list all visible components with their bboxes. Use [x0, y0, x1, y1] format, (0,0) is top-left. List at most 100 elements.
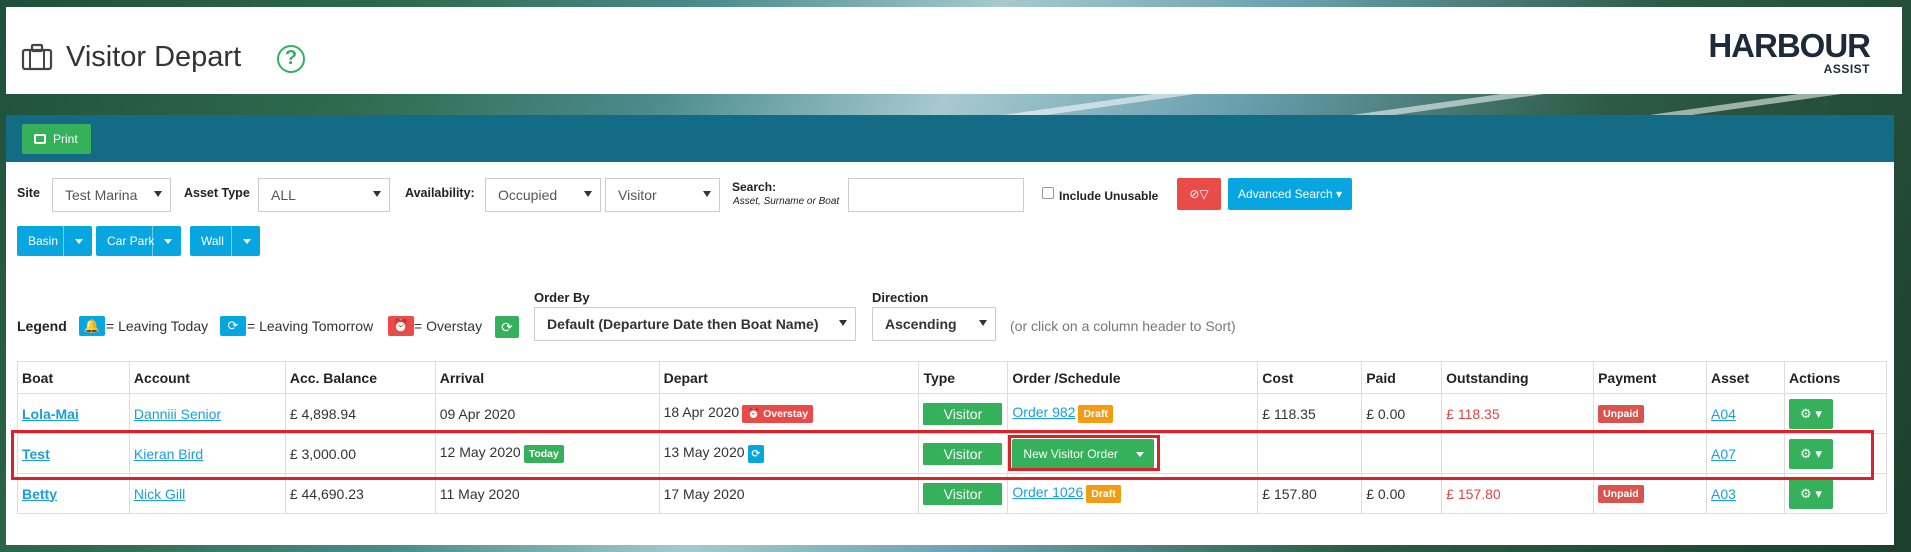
chevron-down-icon	[979, 320, 987, 326]
overstay-badge: ⏰ Overstay	[742, 404, 814, 423]
paid-value	[1361, 433, 1443, 474]
asset-type-select[interactable]: ALL	[258, 178, 390, 212]
asset-link[interactable]: A03	[1711, 486, 1736, 502]
direction-select[interactable]: Ascending	[872, 307, 996, 341]
legend-label: Legend	[17, 318, 67, 334]
asset-type-label: Asset Type	[184, 186, 250, 200]
account-link[interactable]: Kieran Bird	[134, 446, 203, 462]
car-park-label: Car Park	[107, 234, 155, 248]
chevron-down-icon	[164, 239, 172, 244]
col-payment[interactable]: Payment	[1593, 361, 1707, 394]
new-visitor-order-button[interactable]: New Visitor Order	[1012, 438, 1155, 469]
harbour-assist-logo: HARBOUR ASSIST	[1708, 27, 1871, 76]
draft-badge: Draft	[1086, 484, 1121, 503]
payment-badge: Unpaid	[1598, 484, 1644, 503]
search-input[interactable]	[848, 178, 1024, 212]
col-depart[interactable]: Depart	[658, 361, 920, 394]
search-hint: Asset, Surname or Boat	[733, 196, 840, 207]
asset-type-value: ALL	[271, 187, 296, 203]
logo-subtitle: ASSIST	[1823, 62, 1870, 76]
car-park-button[interactable]: Car Park	[96, 226, 181, 256]
paid-value: £ 0.00	[1361, 473, 1443, 514]
depart-date: 17 May 2020	[658, 473, 920, 514]
alarm-icon: ⏰	[747, 407, 761, 420]
chevron-down-icon	[243, 239, 251, 244]
table-row: Lola-Mai Danniii Senior £ 4,898.94 09 Ap…	[17, 393, 1888, 434]
type-badge: Visitor	[923, 482, 1003, 505]
page-header: Visitor Depart ? HARBOUR ASSIST	[6, 7, 1902, 94]
help-icon[interactable]: ?	[277, 45, 305, 73]
logo-wordmark: HARBOUR	[1708, 27, 1871, 64]
col-asset[interactable]: Asset	[1706, 361, 1785, 394]
wall-label: Wall	[201, 234, 224, 248]
clear-filter-button[interactable]: ⊘▽	[1177, 178, 1221, 210]
visitor-type-select[interactable]: Visitor	[605, 178, 720, 212]
basin-label: Basin	[28, 234, 59, 248]
col-type[interactable]: Type	[918, 361, 1009, 394]
print-button[interactable]: Print	[22, 124, 91, 154]
order-by-label: Order By	[534, 290, 590, 305]
col-order-schedule[interactable]: Order /Schedule	[1007, 361, 1259, 394]
outstanding-value: £ 118.35	[1441, 393, 1595, 434]
acc-balance: £ 4,898.94	[284, 393, 436, 434]
chevron-down-icon	[154, 191, 162, 197]
col-cost[interactable]: Cost	[1257, 361, 1363, 394]
col-outstanding[interactable]: Outstanding	[1441, 361, 1595, 394]
print-label: Print	[53, 132, 78, 146]
site-select[interactable]: Test Marina	[52, 178, 171, 212]
actions-button[interactable]: ⚙ ▾	[1788, 478, 1833, 509]
asset-link[interactable]: A07	[1711, 446, 1736, 462]
chevron-down-icon: ▾	[1336, 187, 1343, 201]
filter-clear-icon: ⊘▽	[1189, 187, 1209, 201]
boat-link[interactable]: Betty	[22, 486, 57, 502]
wall-button[interactable]: Wall	[190, 226, 260, 256]
availability-label: Availability:	[405, 186, 475, 200]
cost-value: £ 157.80	[1257, 473, 1363, 514]
availability-select[interactable]: Occupied	[485, 178, 601, 212]
arrival-date: 11 May 2020	[434, 473, 660, 514]
advanced-search-button[interactable]: Advanced Search ▾	[1228, 178, 1352, 210]
refresh-icon[interactable]: ⟳	[495, 316, 519, 338]
legend-overstay: = Overstay	[414, 318, 483, 334]
account-link[interactable]: Danniii Senior	[134, 406, 221, 422]
bell-icon: 🔔	[79, 316, 105, 336]
boat-link[interactable]: Test	[22, 446, 50, 462]
account-link[interactable]: Nick Gill	[134, 486, 185, 502]
asset-link[interactable]: A04	[1711, 406, 1736, 422]
chevron-down-icon	[584, 191, 592, 197]
table-header-row: Boat Account Acc. Balance Arrival Depart…	[17, 361, 1888, 394]
order-by-value: Default (Departure Date then Boat Name)	[547, 316, 819, 332]
order-link[interactable]: Order 1026	[1012, 484, 1083, 500]
refresh-icon: ⟳	[747, 444, 765, 463]
direction-label: Direction	[872, 290, 929, 305]
panel-toolbar: Print	[6, 115, 1894, 162]
order-by-select[interactable]: Default (Departure Date then Boat Name)	[534, 307, 856, 341]
include-unusable-label: Include Unusable	[1059, 189, 1159, 203]
depart-date: 18 Apr 2020	[663, 404, 740, 421]
depart-date: 13 May 2020	[663, 444, 745, 461]
gear-icon: ⚙	[1800, 405, 1812, 421]
col-account[interactable]: Account	[128, 361, 286, 394]
col-boat[interactable]: Boat	[17, 361, 130, 394]
boat-link[interactable]: Lola-Mai	[22, 406, 79, 422]
col-acc-balance[interactable]: Acc. Balance	[284, 361, 436, 394]
basin-button[interactable]: Basin	[17, 226, 92, 256]
table-row: Test Kieran Bird £ 3,000.00 12 May 2020 T…	[17, 433, 1888, 474]
site-value: Test Marina	[65, 187, 138, 203]
chevron-down-icon	[703, 191, 711, 197]
printer-icon	[34, 134, 46, 144]
include-unusable-checkbox[interactable]	[1042, 187, 1054, 199]
actions-button[interactable]: ⚙ ▾	[1788, 438, 1833, 469]
order-link[interactable]: Order 982	[1012, 404, 1075, 420]
visitor-depart-table: Boat Account Acc. Balance Arrival Depart…	[17, 361, 1888, 514]
overstay-badge-label: Overstay	[763, 407, 809, 420]
sort-hint: (or click on a column header to Sort)	[1010, 318, 1236, 334]
outstanding-value	[1441, 433, 1595, 474]
col-paid[interactable]: Paid	[1361, 361, 1443, 394]
col-arrival[interactable]: Arrival	[434, 361, 660, 394]
chevron-down-icon	[839, 320, 847, 326]
cost-value	[1257, 433, 1363, 474]
alarm-icon: ⏰	[388, 316, 414, 336]
actions-button[interactable]: ⚙ ▾	[1788, 398, 1833, 429]
gear-icon: ⚙	[1800, 485, 1812, 501]
